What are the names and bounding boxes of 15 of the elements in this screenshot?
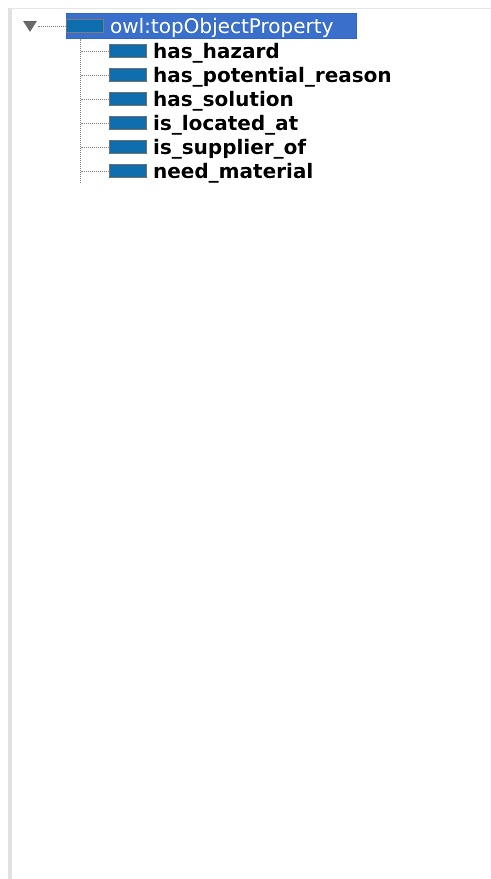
property-icon [109,116,147,130]
property-icon [109,92,147,106]
tree-item[interactable]: has_potential_reason [109,63,396,87]
tree-item[interactable]: has_solution [109,87,298,111]
property-icon [109,140,147,154]
property-icon [66,19,104,33]
tree-item[interactable]: owl:topObjectProperty [66,13,358,39]
property-icon [109,68,147,82]
tree-item[interactable]: has_hazard [109,39,284,63]
expanded-triangle-icon[interactable] [22,19,38,33]
property-icon [109,44,147,58]
tree-item[interactable]: need_material [109,159,318,183]
tree-item[interactable]: is_located_at [109,111,302,135]
tree-item[interactable]: is_supplier_of [109,135,310,159]
property-icon [109,164,147,178]
